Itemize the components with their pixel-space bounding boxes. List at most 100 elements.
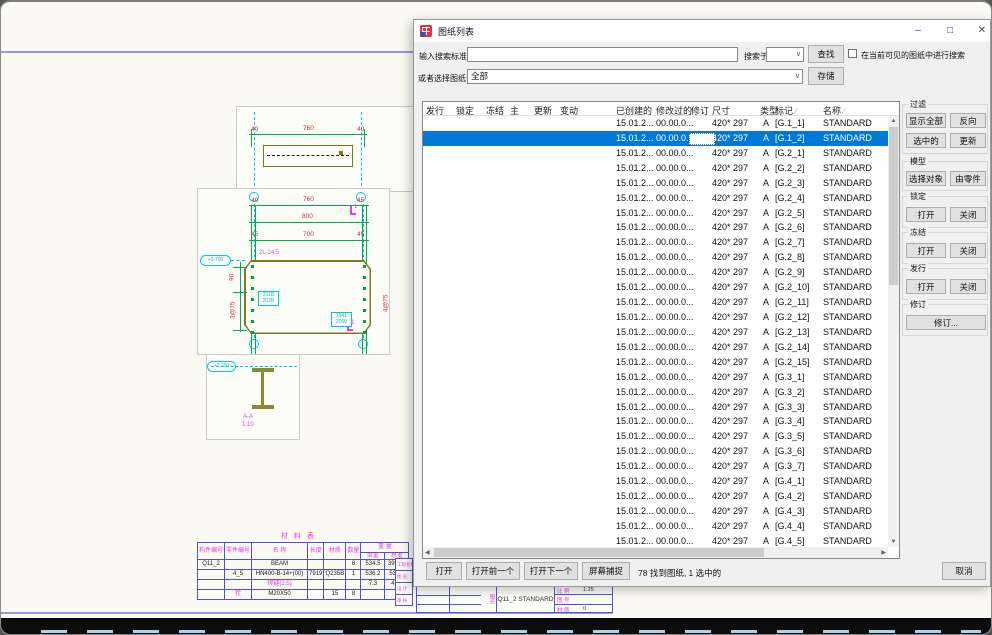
bolt-tag-right: 1941 2060 [331,312,352,327]
drawing-row[interactable]: 15.01.2...00.00.0...420* 297A[G.2_7]STAN… [423,235,888,250]
model-group: 模型 选择对象 由零件 [902,161,988,191]
drawing-row[interactable]: 15.01.2...00.00.0...420* 297A[G.2_2]STAN… [423,161,888,176]
scroll-down-icon[interactable]: ▼ [888,539,899,545]
drawing-row[interactable]: 15.01.2...00.00.0...420* 297A[G.3_2]STAN… [423,385,888,400]
dim-text: 45 [357,198,364,205]
find-button[interactable]: 查找 [808,45,844,63]
open-previous-button[interactable]: 打开前一个 [466,562,520,580]
dim-text: 3@75 [230,302,237,319]
dimension-line [249,222,369,223]
by-parts-button[interactable]: 由零件 [950,171,986,186]
side-box: 工程名称图 名设 计审 核 [395,558,413,606]
update-button[interactable]: 更新 [950,133,986,148]
open-next-button[interactable]: 打开下一个 [524,562,578,580]
dimension-line [249,134,367,135]
drawing-row[interactable]: 15.01.2...00.00.0...420* 297A[G.2_13]STA… [423,325,888,340]
dim-text: 40 [357,127,364,134]
dialog-titlebar[interactable]: 图纸列表 – □ ✕ [414,20,990,42]
bolt-row-right [363,265,366,335]
save-button[interactable]: 存储 [808,67,844,85]
drawing-row[interactable]: 15.01.2...00.00.0...420* 297A[G.2_11]STA… [423,295,888,310]
dim-text: 45 [357,232,364,239]
maximize-button[interactable]: □ [938,20,962,42]
drawing-row[interactable]: 15.01.2...00.00.0...420* 297A[G.1_1]STAN… [423,116,888,131]
select-objects-button[interactable]: 选择对象 [906,171,946,186]
drawing-row[interactable]: 15.01.2...00.00.0...420* 297A[G.2_15]STA… [423,355,888,370]
scroll-up-icon[interactable]: ▲ [888,118,899,124]
drawing-row[interactable]: 15.01.2...00.00.0...420* 297A[G.3_7]STAN… [423,459,888,474]
drawing-row[interactable]: 15.01.2...00.00.0...420* 297A[G.3_3]STAN… [423,400,888,415]
issue-off-button[interactable]: 关闭 [950,279,986,294]
visible-only-checkbox[interactable] [848,49,857,58]
issue-group: 发行 打开 关闭 [902,268,988,300]
section-mark-icon: 1 [350,206,356,215]
drawing-row[interactable]: 15.01.2...00.00.0...420* 297A[G.4_4]STAN… [423,519,888,534]
preset-combobox[interactable]: 全部∨ [467,69,803,84]
vertical-scroll-thumb[interactable] [889,127,898,285]
revision-button[interactable]: 修订... [906,315,986,330]
screen-capture-button[interactable]: 屏幕捕捉 [582,562,630,580]
leader-line [231,260,245,261]
revision-edit-cell[interactable] [689,133,715,145]
drawing-row[interactable]: 15.01.2...00.00.0...420* 297A[G.2_5]STAN… [423,206,888,221]
drawing-row[interactable]: 15.01.2...00.00.0...420* 297A[G.2_1]STAN… [423,146,888,161]
application-window: 40 760 40 40 760 45 800 45 700 45 [0,0,992,635]
drawing-list-body: 15.01.2...00.00.0...420* 297A[G.1_1]STAN… [423,116,888,547]
issue-on-button[interactable]: 打开 [906,279,946,294]
name-block-vertical-label: 图名 [481,586,497,612]
horizontal-scrollbar[interactable]: ◀ ▶ [423,547,888,558]
scroll-right-icon[interactable]: ▶ [881,549,886,556]
invert-button[interactable]: 反向 [950,113,986,128]
drawing-row[interactable]: 15.01.2...00.00.0...420* 297A[G.3_1]STAN… [423,370,888,385]
drawing-row[interactable]: 15.01.2...00.00.0...420* 297A[G.4_1]STAN… [423,474,888,489]
dialog-title: 图纸列表 [438,25,474,38]
chevron-down-icon: ∨ [795,70,800,83]
drawing-row[interactable]: 15.01.2...00.00.0...420* 297A[G.3_4]STAN… [423,414,888,429]
close-button[interactable]: ✕ [970,20,992,42]
lock-on-button[interactable]: 打开 [906,207,946,222]
drawing-row[interactable]: 15.01.2...00.00.0...420* 297A[G.2_6]STAN… [423,220,888,235]
drawing-row[interactable]: 15.01.2...00.00.0...420* 297A[G.2_14]STA… [423,340,888,355]
dim-text: 4@75 [383,295,390,312]
drawing-row[interactable]: 15.01.2...00.00.0...420* 297A[G.2_10]STA… [423,280,888,295]
grid-line [254,112,255,196]
drawing-list-dialog: 图纸列表 – □ ✕ 输入搜索标准: 搜索于 ∨ 查找 在当前可见的图纸中进行搜… [413,19,991,587]
drawing-row[interactable]: 15.01.2...00.00.0...420* 297A[G.4_2]STAN… [423,489,888,504]
drawing-row[interactable]: 15.01.2...00.00.0...420* 297A[G.2_12]STA… [423,310,888,325]
drawing-row[interactable]: 15.01.2...00.00.0...420* 297A[G.4_3]STAN… [423,504,888,519]
horizontal-scroll-thumb[interactable] [434,548,764,557]
selected-button[interactable]: 选中的 [906,133,946,148]
search-input[interactable] [467,47,738,62]
minimize-button[interactable]: – [906,20,930,42]
dim-text: 40 [251,198,258,205]
dim-text: 700 [303,232,314,239]
name-block-fields: 比 例1:25图 号材 质0 [555,586,613,612]
search-in-combobox[interactable]: ∨ [766,47,804,62]
open-button[interactable]: 打开 [426,562,462,580]
drawing-row[interactable]: 15.01.2...00.00.0...420* 297A[G.4_5]STAN… [423,534,888,547]
section-title: A-A [243,414,253,421]
search-in-label: 搜索于 [744,51,768,62]
drawing-row[interactable]: 15.01.2...00.00.0...420* 297A[G.2_8]STAN… [423,250,888,265]
drawing-row[interactable]: 15.01.2...00.00.0...420* 297A[G.3_6]STAN… [423,444,888,459]
list-header: 发行锁定冻结主更新变动已创建的修改过的修订尺寸类型标记 ∕名称 ∕标 [423,102,899,116]
drawing-name-text: Q11_2 STANDARD [497,586,554,612]
drawing-row[interactable]: 15.01.2...00.00.0...420* 297A[G.3_5]STAN… [423,429,888,444]
vertical-scrollbar[interactable]: ▲ ▼ [888,116,899,547]
cancel-button[interactable]: 取消 [942,562,986,580]
chevron-down-icon: ∨ [796,48,801,61]
section-scale: 1:10 [242,422,254,429]
dim-text: 760 [303,197,314,204]
scroll-left-icon[interactable]: ◀ [425,549,430,556]
drawing-row[interactable]: 15.01.2...00.00.0...420* 297A[G.1_2]STAN… [423,131,888,146]
drawing-row[interactable]: 15.01.2...00.00.0...420* 297A[G.2_9]STAN… [423,265,888,280]
show-all-button[interactable]: 显示全部 [906,113,946,128]
drawing-row[interactable]: 15.01.2...00.00.0...420* 297A[G.2_3]STAN… [423,176,888,191]
plate-note: 2L·24.5 [259,250,279,257]
strip-dashes [41,630,981,633]
freeze-off-button[interactable]: 关闭 [950,243,986,258]
freeze-on-button[interactable]: 打开 [906,243,946,258]
drawing-row[interactable]: 15.01.2...00.00.0...420* 297A[G.2_4]STAN… [423,191,888,206]
bolt-row-left [251,265,254,335]
lock-off-button[interactable]: 关闭 [950,207,986,222]
